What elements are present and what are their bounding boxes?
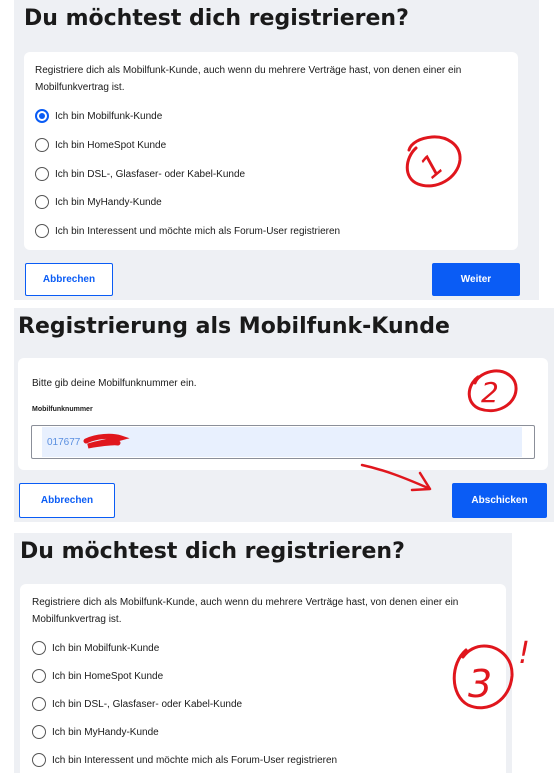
- page-title: Du möchtest dich registrieren?: [24, 6, 409, 31]
- option-label: Ich bin Mobilfunk-Kunde: [52, 642, 160, 654]
- option-label: Ich bin DSL-, Glasfaser- oder Kabel-Kund…: [55, 168, 246, 180]
- option-dsl[interactable]: Ich bin DSL-, Glasfaser- oder Kabel-Kund…: [32, 697, 242, 711]
- option-label: Ich bin Interessent und möchte mich als …: [55, 225, 341, 237]
- option-homespot[interactable]: Ich bin HomeSpot Kunde: [32, 669, 163, 683]
- next-button[interactable]: Weiter: [432, 263, 520, 296]
- radio-homespot[interactable]: [35, 138, 49, 152]
- phone-number-input[interactable]: 017677: [31, 425, 535, 459]
- registration-panel-1: Du möchtest dich registrieren? Registrie…: [14, 0, 539, 300]
- submit-button[interactable]: Abschicken: [452, 483, 547, 518]
- option-mobilfunk[interactable]: Ich bin Mobilfunk-Kunde: [35, 109, 162, 123]
- page-title: Du möchtest dich registrieren?: [20, 539, 405, 564]
- phone-number-value: 017677: [47, 436, 81, 448]
- option-dsl[interactable]: Ich bin DSL-, Glasfaser- oder Kabel-Kund…: [35, 167, 245, 181]
- option-myhandy[interactable]: Ich bin MyHandy-Kunde: [32, 725, 159, 739]
- radio-interessent[interactable]: [35, 224, 49, 238]
- option-label: Ich bin MyHandy-Kunde: [55, 196, 162, 208]
- option-label: Ich bin DSL-, Glasfaser- oder Kabel-Kund…: [52, 698, 243, 710]
- radio-dsl[interactable]: [32, 697, 46, 711]
- radio-dsl[interactable]: [35, 167, 49, 181]
- option-homespot[interactable]: Ich bin HomeSpot Kunde: [35, 138, 166, 152]
- exclamation-annotation: !: [518, 636, 530, 671]
- registration-panel-2: Registrierung als Mobilfunk-Kunde Bitte …: [14, 308, 554, 522]
- option-interessent[interactable]: Ich bin Interessent und möchte mich als …: [32, 753, 337, 767]
- options-card: Registriere dich als Mobilfunk-Kunde, au…: [24, 52, 518, 250]
- page-title: Registrierung als Mobilfunk-Kunde: [18, 314, 450, 339]
- option-label: Ich bin HomeSpot Kunde: [52, 670, 164, 682]
- prompt-text: Bitte gib deine Mobilfunknummer ein.: [32, 378, 197, 389]
- radio-mobilfunk[interactable]: [32, 641, 46, 655]
- radio-homespot[interactable]: [32, 669, 46, 683]
- option-interessent[interactable]: Ich bin Interessent und möchte mich als …: [35, 224, 340, 238]
- option-label: Ich bin Interessent und möchte mich als …: [52, 754, 338, 766]
- description-text: Registriere dich als Mobilfunk-Kunde, au…: [32, 597, 459, 625]
- cancel-button[interactable]: Abbrechen: [19, 483, 115, 518]
- phone-card: Bitte gib deine Mobilfunknummer ein. Mob…: [18, 358, 548, 470]
- radio-mobilfunk[interactable]: [35, 109, 49, 123]
- option-label: Ich bin MyHandy-Kunde: [52, 726, 159, 738]
- radio-interessent[interactable]: [32, 753, 46, 767]
- description-text: Registriere dich als Mobilfunk-Kunde, au…: [35, 65, 462, 93]
- option-label: Ich bin Mobilfunk-Kunde: [55, 110, 163, 122]
- option-label: Ich bin HomeSpot Kunde: [55, 139, 167, 151]
- option-mobilfunk[interactable]: Ich bin Mobilfunk-Kunde: [32, 641, 159, 655]
- options-card: Registriere dich als Mobilfunk-Kunde, au…: [20, 584, 506, 784]
- cancel-button[interactable]: Abbrechen: [25, 263, 113, 296]
- radio-myhandy[interactable]: [35, 195, 49, 209]
- option-myhandy[interactable]: Ich bin MyHandy-Kunde: [35, 195, 162, 209]
- registration-panel-3: Du möchtest dich registrieren? Registrie…: [14, 533, 512, 784]
- radio-myhandy[interactable]: [32, 725, 46, 739]
- field-label: Mobilfunknummer: [32, 406, 93, 413]
